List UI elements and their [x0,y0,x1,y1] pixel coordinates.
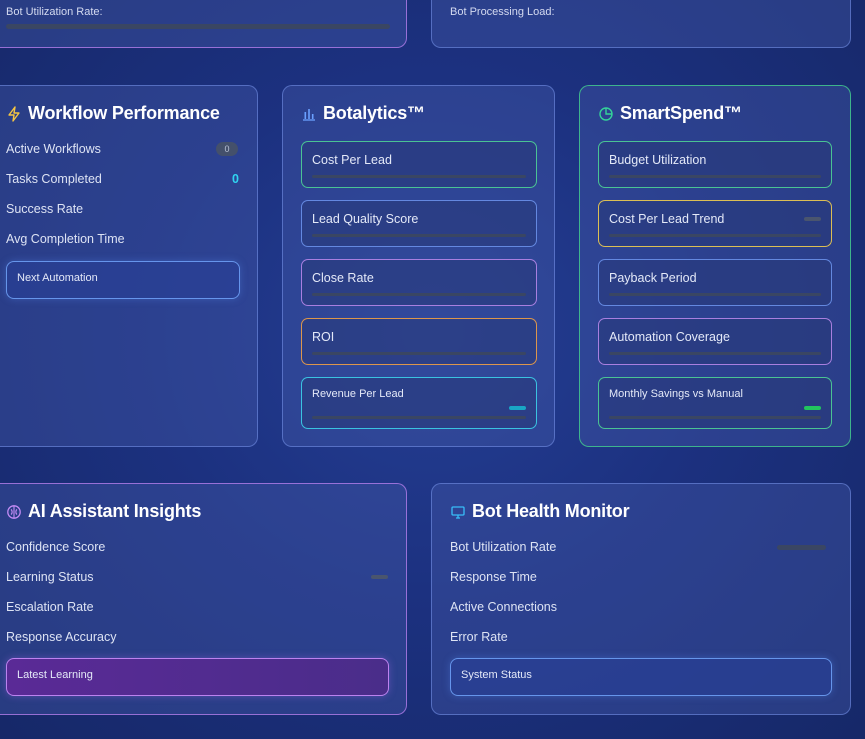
metric-label: ROI [312,330,335,344]
metric-automation-coverage[interactable]: Automation Coverage [598,318,832,365]
stat-label: Confidence Score [6,540,106,554]
metric-payback-period[interactable]: Payback Period [598,259,832,306]
metric-monthly-savings[interactable]: Monthly Savings vs Manual [598,377,832,429]
metric-lead-quality-score[interactable]: Lead Quality Score [301,200,537,247]
metric-progress-track [609,352,821,355]
metric-label: Cost Per Lead [312,153,392,167]
metric-label: Budget Utilization [609,153,707,167]
active-workflows-badge: 0 [216,142,238,156]
botalytics-card: Botalytics™ Cost Per Lead Lead Quality S… [282,85,555,447]
metric-roi[interactable]: ROI [301,318,537,365]
metric-label: Automation Coverage [609,330,730,344]
stat-row-escalation-rate: Escalation Rate [6,597,388,617]
bot-health-card: Bot Health Monitor Bot Utilization Rate … [431,483,851,715]
stat-row-avg-completion-time: Avg Completion Time [6,229,239,249]
ai-insights-title-text: AI Assistant Insights [28,501,202,521]
metric-label: Monthly Savings vs Manual [609,388,743,400]
metric-progress-track [312,234,526,237]
bar-chart-icon [303,108,315,121]
bot-utilization-label: Bot Utilization Rate: [6,6,103,18]
bot-health-title-text: Bot Health Monitor [472,501,630,521]
trend-indicator [804,217,821,221]
bot-health-title: Bot Health Monitor [450,501,630,522]
system-status-label: System Status [461,669,532,681]
bot-processing-card: Bot Processing Load: [431,0,851,48]
system-status-box[interactable]: System Status [450,658,832,696]
latest-learning-box[interactable]: Latest Learning [6,658,389,696]
botalytics-title-text: Botalytics™ [323,103,425,123]
pie-chart-icon [599,106,613,121]
stat-row-response-accuracy: Response Accuracy [6,627,388,647]
metric-progress-track [609,234,821,237]
bot-utilization-bar [6,24,390,29]
metric-progress-track [609,175,821,178]
stat-label: Active Connections [450,600,558,614]
stat-row-bot-utilization: Bot Utilization Rate [450,537,826,557]
stat-row-tasks-completed: Tasks Completed 0 [6,169,239,189]
metric-progress-track [312,175,526,178]
metric-label: Lead Quality Score [312,212,419,226]
stat-row-confidence-score: Confidence Score [6,537,388,557]
metric-label: Revenue Per Lead [312,388,404,400]
stat-row-response-time: Response Time [450,567,832,587]
botalytics-title: Botalytics™ [301,103,425,124]
metric-cost-per-lead[interactable]: Cost Per Lead [301,141,537,188]
learning-status-indicator [371,575,388,579]
bot-processing-label: Bot Processing Load: [450,6,555,18]
stat-row-learning-status: Learning Status [6,567,388,587]
workflow-title: Workflow Performance [6,103,220,124]
ai-insights-title: AI Assistant Insights [6,501,201,522]
stat-row-error-rate: Error Rate [450,627,832,647]
metric-label: Payback Period [609,271,697,285]
metric-progress-track [312,352,526,355]
latest-learning-label: Latest Learning [17,669,93,681]
bot-utilization-card: Bot Utilization Rate: [0,0,407,48]
next-automation-box[interactable]: Next Automation [6,261,240,299]
metric-close-rate[interactable]: Close Rate [301,259,537,306]
smartspend-title-text: SmartSpend™ [620,103,742,123]
next-automation-label: Next Automation [17,272,98,284]
stat-label: Tasks Completed [6,172,102,186]
stat-label: Success Rate [6,202,84,216]
monitor-icon [451,505,465,519]
stat-row-success-rate: Success Rate [6,199,239,219]
metric-progress-track [312,416,526,419]
stat-label: Error Rate [450,630,508,644]
metric-label: Cost Per Lead Trend [609,212,725,226]
tasks-completed-value: 0 [232,172,239,186]
smartspend-card: SmartSpend™ Budget Utilization Cost Per … [579,85,851,447]
metric-budget-utilization[interactable]: Budget Utilization [598,141,832,188]
stat-label: Learning Status [6,570,94,584]
savings-indicator [804,406,821,410]
metric-cost-per-lead-trend[interactable]: Cost Per Lead Trend [598,200,832,247]
revenue-indicator [509,406,526,410]
stat-label: Bot Utilization Rate [450,540,557,554]
metric-progress-track [609,416,821,419]
bot-utilization-bar [777,544,826,550]
stat-label: Escalation Rate [6,600,94,614]
stat-label: Avg Completion Time [6,232,125,246]
stat-label: Active Workflows [6,142,101,156]
metric-revenue-per-lead[interactable]: Revenue Per Lead [301,377,537,429]
stat-row-active-workflows: Active Workflows 0 [6,139,238,159]
brain-icon [7,504,21,519]
smartspend-title: SmartSpend™ [598,103,742,124]
metric-label: Close Rate [312,271,374,285]
workflow-title-text: Workflow Performance [28,103,220,123]
metric-progress-track [609,293,821,296]
stat-row-active-connections: Active Connections [450,597,832,617]
metric-progress-track [312,293,526,296]
stat-label: Response Accuracy [6,630,117,644]
stat-label: Response Time [450,570,537,584]
ai-insights-card: AI Assistant Insights Confidence Score L… [0,483,407,715]
workflow-performance-card: Workflow Performance Active Workflows 0 … [0,85,258,447]
lightning-icon [8,105,20,122]
